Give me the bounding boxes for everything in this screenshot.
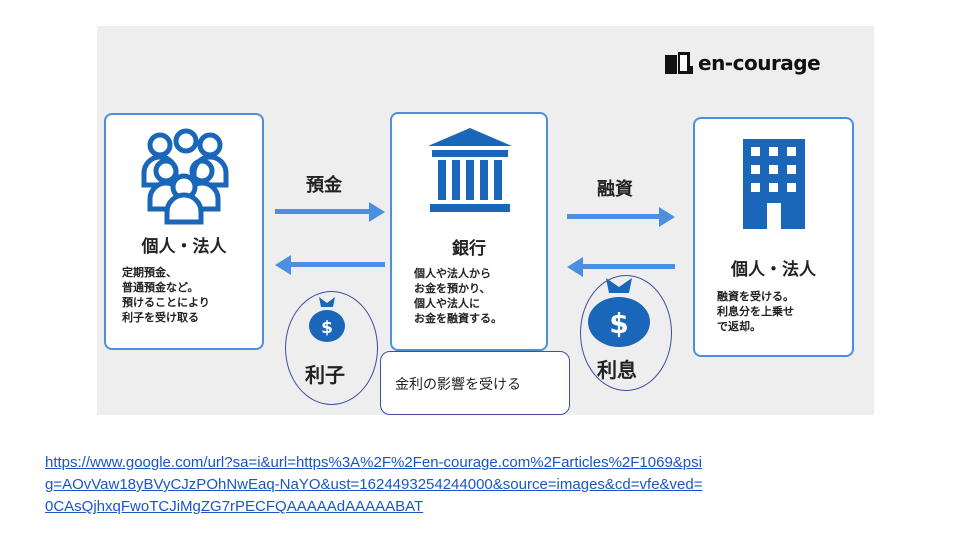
loan-label: 融資 [597, 179, 633, 200]
right-party-box: 個人・法人 融資を受ける。 利息分を上乗せ で返却。 [693, 117, 854, 357]
interest-return-arrow [275, 255, 385, 275]
bank-description: 個人や法人から お金を預かり、 個人や法人に お金を融資する。 [414, 266, 502, 326]
money-bag-icon: $ [588, 278, 650, 347]
right-party-description: 融資を受ける。 利息分を上乗せ で返却。 [717, 289, 794, 334]
office-building-icon [743, 139, 805, 229]
deposit-label: 預金 [306, 175, 342, 196]
people-group-icon [141, 128, 229, 225]
brand-logo: en-courage [665, 50, 821, 76]
left-line-4: 利子を受け取る [122, 311, 199, 324]
interest-received-label: 利子 [305, 363, 345, 387]
interest-paid-label: 利息 [597, 358, 637, 382]
left-party-title: 個人・法人 [141, 237, 227, 257]
source-link[interactable]: https://www.google.com/url?sa=i&url=http… [45, 452, 705, 518]
left-party-description: 定期預金、 普通預金など。 預けることにより 利子を受け取る [122, 265, 210, 325]
brand-name: en-courage [698, 51, 821, 75]
brand-logo-icon [665, 52, 693, 74]
right-line-1: 融資を受ける。 [717, 290, 794, 303]
right-party-title: 個人・法人 [731, 260, 816, 280]
left-line-3: 預けることにより [122, 296, 210, 309]
repayment-arrow [567, 257, 675, 277]
loan-arrow [567, 207, 675, 227]
bank-line-1: 個人や法人から [414, 267, 491, 280]
bank-title: 銀行 [452, 239, 486, 259]
svg-text:$: $ [321, 318, 333, 338]
bank-line-2: お金を預かり、 [414, 282, 491, 295]
right-line-2: 利息分を上乗せ [717, 305, 794, 318]
callout-text: 金利の影響を受ける [395, 377, 521, 393]
left-line-2: 普通預金など。 [122, 281, 199, 294]
bank-line-4: お金を融資する。 [414, 312, 502, 325]
left-line-1: 定期預金、 [122, 266, 177, 279]
bank-box: 銀行 個人や法人から お金を預かり、 個人や法人に お金を融資する。 [390, 112, 548, 351]
left-party-box: 個人・法人 定期預金、 普通預金など。 預けることにより 利子を受け取る [104, 113, 264, 350]
bank-line-3: 個人や法人に [414, 297, 480, 310]
money-bag-icon: $ [309, 297, 345, 342]
bank-building-icon [428, 128, 512, 212]
right-line-3: で返却。 [717, 320, 761, 333]
deposit-arrow [275, 202, 385, 222]
svg-text:$: $ [609, 307, 628, 340]
